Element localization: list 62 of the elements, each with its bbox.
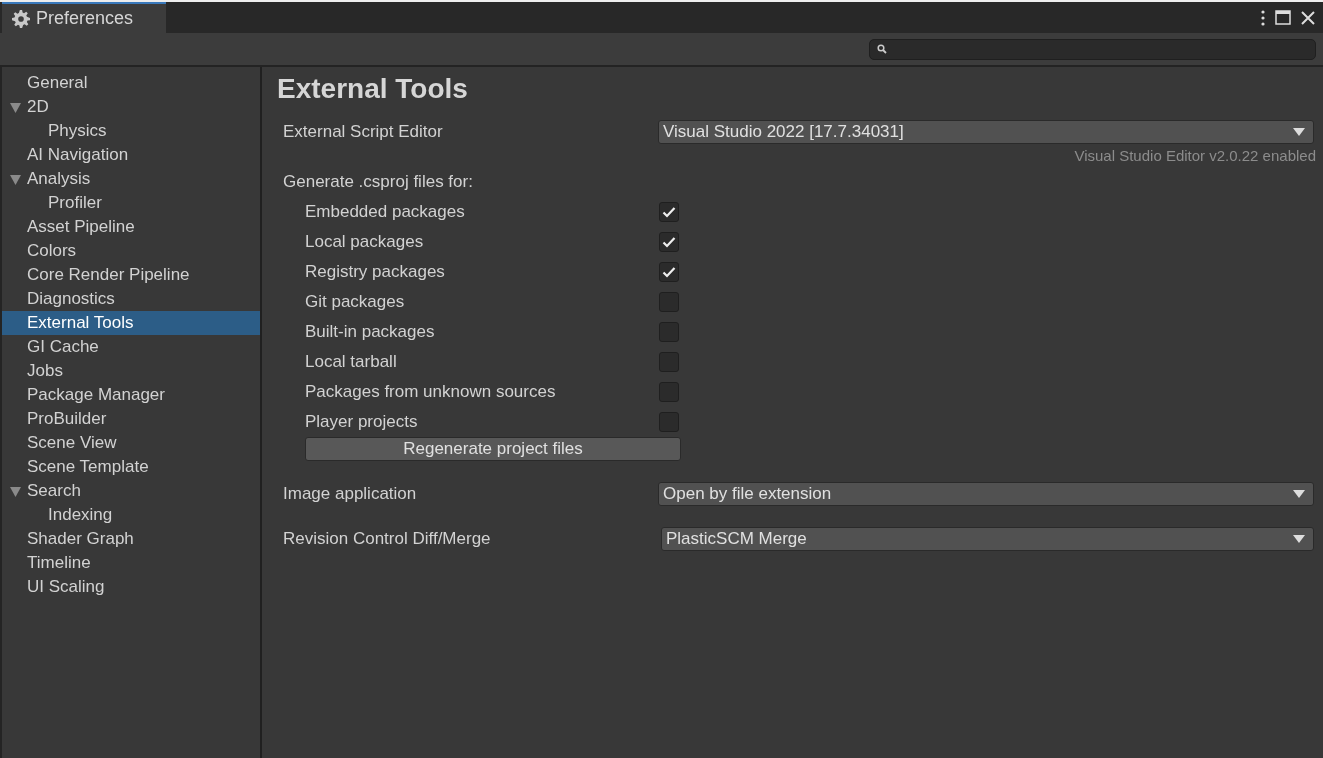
- sidebar-item[interactable]: Colors: [2, 239, 260, 263]
- expand-arrow-icon[interactable]: [10, 101, 21, 113]
- dropdown[interactable]: PlasticSCM Merge: [661, 527, 1314, 551]
- checkbox[interactable]: [659, 382, 679, 402]
- search-field[interactable]: [869, 38, 1316, 60]
- sidebar-item[interactable]: Core Render Pipeline: [2, 263, 260, 287]
- sidebar-item[interactable]: General: [2, 71, 260, 95]
- sidebar-item[interactable]: 2D: [2, 95, 260, 119]
- sidebar-item[interactable]: GI Cache: [2, 335, 260, 359]
- checkbox-label: Registry packages: [305, 262, 446, 282]
- close-icon[interactable]: [1301, 10, 1315, 25]
- expand-arrow-icon[interactable]: [10, 485, 21, 497]
- checkbox[interactable]: [659, 292, 679, 312]
- checkbox[interactable]: [659, 232, 679, 252]
- settings-icon: [12, 9, 30, 28]
- sidebar-item[interactable]: Indexing: [2, 503, 260, 527]
- sidebar-item[interactable]: Search: [2, 479, 260, 503]
- sidebar-item[interactable]: Timeline: [2, 551, 260, 575]
- regenerate-button[interactable]: Regenerate project files: [305, 437, 681, 461]
- section-label: Generate .csproj files for:: [283, 171, 473, 193]
- sidebar-item[interactable]: Shader Graph: [2, 527, 260, 551]
- sidebar-item[interactable]: External Tools: [2, 311, 260, 335]
- checkbox[interactable]: [659, 412, 679, 432]
- checkbox-label: Git packages: [305, 292, 406, 312]
- checkbox-label: Embedded packages: [305, 202, 466, 222]
- checkbox-label: Local tarball: [305, 352, 398, 372]
- window-tab[interactable]: Preferences: [2, 2, 166, 33]
- sidebar-item[interactable]: Analysis: [2, 167, 260, 191]
- sidebar-item[interactable]: Jobs: [2, 359, 260, 383]
- search-icon: [877, 44, 887, 54]
- checkbox-label: Player projects: [305, 412, 419, 432]
- checkbox-label: Local packages: [305, 232, 425, 252]
- caret-icon: [1293, 535, 1305, 543]
- more-options-icon[interactable]: [1261, 9, 1265, 26]
- checkbox-label: Built-in packages: [305, 322, 436, 342]
- sidebar-item[interactable]: AI Navigation: [2, 143, 260, 167]
- checkbox[interactable]: [659, 352, 679, 372]
- checkbox[interactable]: [659, 262, 679, 282]
- window-title: Preferences: [36, 8, 134, 29]
- sidebar-item[interactable]: Scene View: [2, 431, 260, 455]
- sidebar-item[interactable]: Profiler: [2, 191, 260, 215]
- sidebar-item[interactable]: Scene Template: [2, 455, 260, 479]
- sidebar-item[interactable]: Diagnostics: [2, 287, 260, 311]
- dropdown[interactable]: Open by file extension: [658, 482, 1314, 506]
- maximize-icon[interactable]: [1275, 10, 1291, 25]
- checkbox[interactable]: [659, 322, 679, 342]
- sidebar-item[interactable]: ProBuilder: [2, 407, 260, 431]
- sidebar-item[interactable]: UI Scaling: [2, 575, 260, 599]
- field-label: Image application: [283, 484, 418, 504]
- checkbox-label: Packages from unknown sources: [305, 382, 557, 402]
- expand-arrow-icon[interactable]: [10, 173, 21, 185]
- field-label: Revision Control Diff/Merge: [283, 529, 492, 549]
- checkbox[interactable]: [659, 202, 679, 222]
- sidebar-item[interactable]: Package Manager: [2, 383, 260, 407]
- sidebar-item[interactable]: Physics: [2, 119, 260, 143]
- dropdown[interactable]: Visual Studio 2022 [17.7.34031]: [658, 120, 1314, 144]
- status-note: Visual Studio Editor v2.0.22 enabled: [1074, 146, 1316, 166]
- field-label: External Script Editor: [283, 122, 444, 142]
- page-heading: External Tools: [277, 72, 468, 106]
- sidebar-item[interactable]: Asset Pipeline: [2, 215, 260, 239]
- caret-icon: [1293, 128, 1305, 136]
- caret-icon: [1293, 490, 1305, 498]
